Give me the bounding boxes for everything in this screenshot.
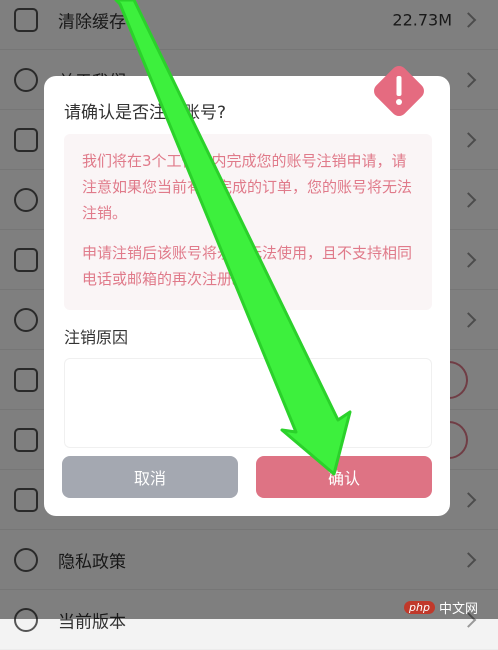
site-watermark: php 中文网 [404,596,498,619]
dialog-notice: 我们将在3个工作日内完成您的账号注销申请，请注意如果您当前有未完成的订单，您的账… [64,134,432,310]
cancel-account-dialog: 请确认是否注销账号? 我们将在3个工作日内完成您的账号注销申请，请注意如果您当前… [44,76,450,516]
warning-icon [374,66,424,116]
notice-paragraph-2: 申请注销后该账号将永久无法使用，且不支持相同电话或邮箱的再次注册。 [82,244,413,288]
php-logo: php [404,601,435,614]
reason-label: 注销原因 [64,328,129,347]
dialog-title: 请确认是否注销账号? [64,103,227,123]
reason-input[interactable] [64,358,432,448]
watermark-text: 中文网 [438,602,478,617]
notice-paragraph-1: 我们将在3个工作日内完成您的账号注销申请，请注意如果您当前有未完成的订单，您的账… [82,152,413,222]
confirm-button[interactable]: 确认 [256,456,432,498]
cancel-button[interactable]: 取消 [62,456,238,498]
